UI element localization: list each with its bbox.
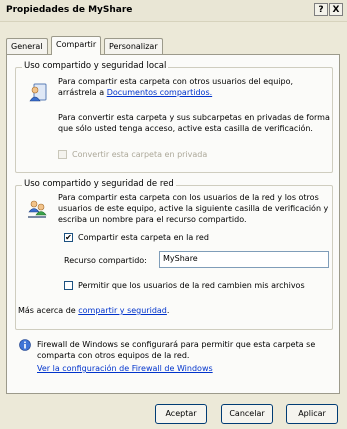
ok-button[interactable]: Aceptar xyxy=(155,404,207,424)
share-checkbox-label: Compartir esta carpeta en la red xyxy=(78,233,209,242)
local-text1: Para compartir esta carpeta con otros us… xyxy=(58,76,328,98)
network-sharing-legend: Uso compartido y seguridad de red xyxy=(22,179,176,189)
more-about-prefix: Más acerca de xyxy=(18,306,76,315)
network-text: Para compartir esta carpeta con los usua… xyxy=(58,193,329,224)
shared-docs-link[interactable]: Documentos compartidos. xyxy=(107,88,212,97)
tab-general[interactable]: General xyxy=(6,38,48,54)
network-users-icon xyxy=(26,198,48,220)
tab-compartir[interactable]: Compartir xyxy=(51,36,102,55)
help-button[interactable]: ? xyxy=(314,3,328,16)
permit-changes-checkbox[interactable] xyxy=(64,281,73,290)
tab-panel: Uso compartido y seguridad local Para co… xyxy=(6,54,340,394)
close-button[interactable]: X xyxy=(329,3,343,16)
more-about-line: Más acerca de compartir y seguridad. xyxy=(18,305,318,316)
tab-personalizar[interactable]: Personalizar xyxy=(104,38,163,54)
info-icon xyxy=(19,339,31,351)
sharing-security-link[interactable]: compartir y seguridad xyxy=(78,306,167,315)
users-icon xyxy=(28,82,48,104)
private-checkbox-label: Convertir esta carpeta en privada xyxy=(72,150,208,159)
network-sharing-group: Uso compartido y seguridad de red Para c… xyxy=(15,179,333,330)
firewall-text: Firewall de Windows se configurará para … xyxy=(37,340,316,360)
resource-name-input[interactable]: MyShare xyxy=(159,251,329,268)
cancel-button[interactable]: Cancelar xyxy=(221,404,273,424)
window-title: Propiedades de MyShare xyxy=(6,5,133,15)
local-text2: Para convertir esta carpeta y sus subcar… xyxy=(58,113,330,133)
private-checkbox[interactable] xyxy=(58,150,67,159)
share-checkbox[interactable]: ✔ xyxy=(64,233,73,242)
firewall-settings-link[interactable]: Ver la configuración de Firewall de Wind… xyxy=(37,363,213,374)
permit-changes-label: Permitir que los usuarios de la red camb… xyxy=(78,281,305,290)
more-about-dot: . xyxy=(166,306,170,315)
resource-label: Recurso compartido: xyxy=(64,256,147,265)
local-sharing-legend: Uso compartido y seguridad local xyxy=(22,61,169,71)
apply-button[interactable]: Aplicar xyxy=(286,404,338,424)
local-sharing-group: Uso compartido y seguridad local Para co… xyxy=(15,61,333,173)
title-bar: Propiedades de MyShare ? X xyxy=(0,0,347,22)
